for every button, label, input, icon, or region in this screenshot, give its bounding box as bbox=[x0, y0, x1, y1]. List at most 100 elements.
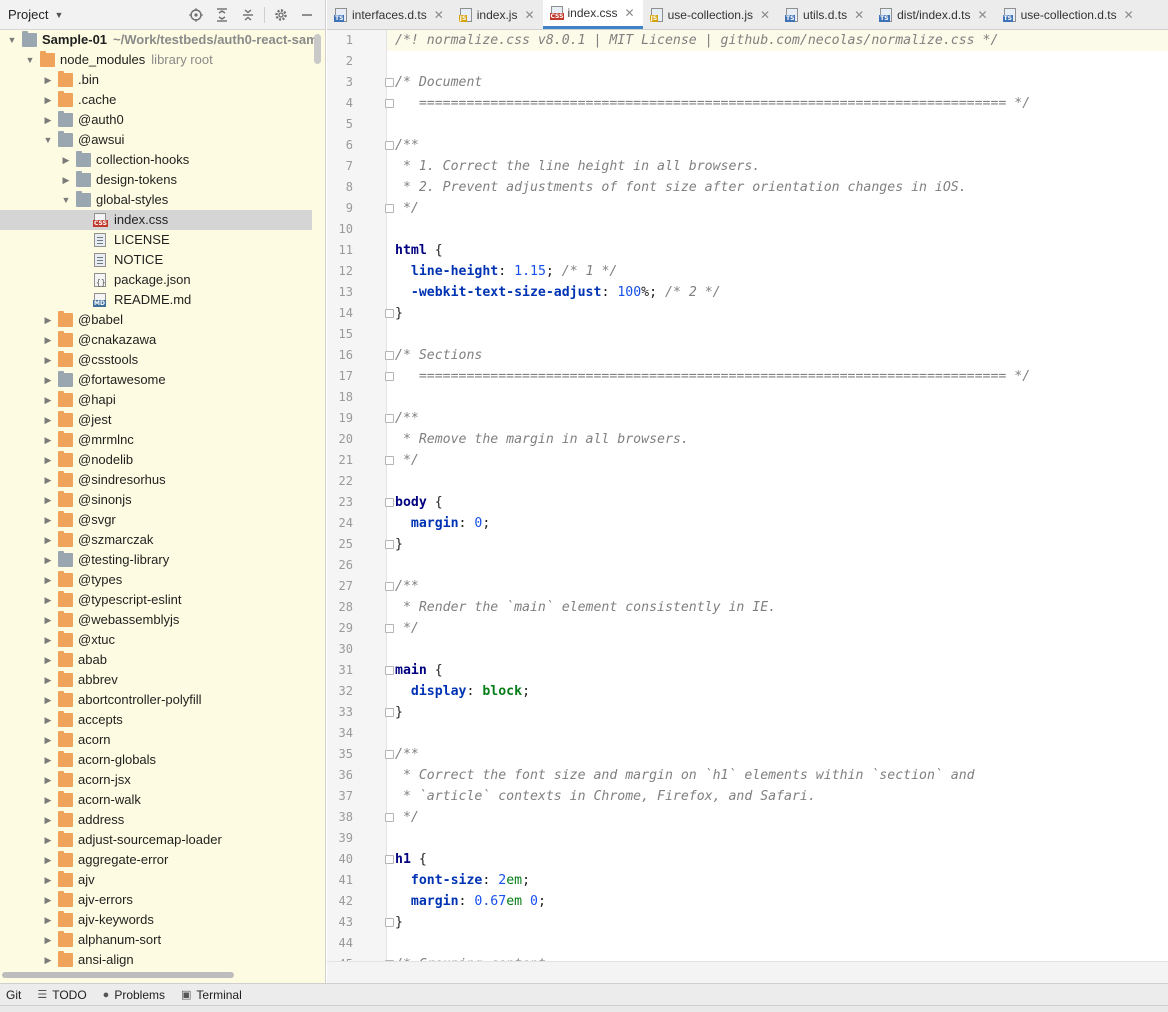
tree-item[interactable]: ▶ adjust-sourcemap-loader bbox=[0, 830, 312, 850]
tree-item[interactable]: MD README.md bbox=[0, 290, 312, 310]
close-icon[interactable]: ✕ bbox=[978, 8, 988, 22]
tree-item[interactable]: ▶ aggregate-error bbox=[0, 850, 312, 870]
fold-marker-icon[interactable] bbox=[385, 372, 394, 381]
fold-marker-icon[interactable] bbox=[385, 750, 394, 759]
tree-item[interactable]: ▶ @babel bbox=[0, 310, 312, 330]
tree-item[interactable]: ▶ ajv bbox=[0, 870, 312, 890]
fold-marker-icon[interactable] bbox=[385, 78, 394, 87]
fold-marker-icon[interactable] bbox=[385, 582, 394, 591]
chevron-right-icon[interactable]: ▶ bbox=[42, 770, 54, 790]
chevron-right-icon[interactable]: ▶ bbox=[42, 890, 54, 910]
chevron-right-icon[interactable]: ▶ bbox=[42, 70, 54, 90]
gear-icon[interactable] bbox=[269, 3, 293, 27]
tree-item[interactable]: ▶ @sindresorhus bbox=[0, 470, 312, 490]
fold-marker-icon[interactable] bbox=[385, 456, 394, 465]
chevron-right-icon[interactable]: ▶ bbox=[42, 470, 54, 490]
tree-item[interactable]: ▶ ajv-errors bbox=[0, 890, 312, 910]
fold-marker-icon[interactable] bbox=[385, 414, 394, 423]
minimize-icon[interactable] bbox=[295, 3, 319, 27]
project-view-selector[interactable]: Project ▼ bbox=[8, 7, 63, 22]
tree-item[interactable]: ▶ @nodelib bbox=[0, 450, 312, 470]
chevron-right-icon[interactable]: ▶ bbox=[42, 90, 54, 110]
editor-tab[interactable]: JS use-collection.js ✕ bbox=[643, 0, 778, 29]
chevron-down-icon[interactable]: ▼ bbox=[42, 130, 54, 150]
editor-tab[interactable]: TS interfaces.d.ts ✕ bbox=[327, 0, 452, 29]
tree-item[interactable]: ▶ @typescript-eslint bbox=[0, 590, 312, 610]
tree-item[interactable]: ▼ @awsui bbox=[0, 130, 312, 150]
tree-item[interactable]: ▶ alphanum-sort bbox=[0, 930, 312, 950]
editor-horizontal-scrollbar[interactable] bbox=[327, 961, 1168, 983]
chevron-right-icon[interactable]: ▶ bbox=[42, 850, 54, 870]
tree-item[interactable]: ▶ design-tokens bbox=[0, 170, 312, 190]
collapse-all-icon[interactable] bbox=[236, 3, 260, 27]
tree-item[interactable]: ▶ abbrev bbox=[0, 670, 312, 690]
chevron-right-icon[interactable]: ▶ bbox=[42, 670, 54, 690]
editor-tab[interactable]: JS index.js ✕ bbox=[452, 0, 543, 29]
tree-vertical-scrollbar[interactable] bbox=[314, 34, 321, 64]
tree-item[interactable]: ▶ @jest bbox=[0, 410, 312, 430]
chevron-right-icon[interactable]: ▶ bbox=[42, 450, 54, 470]
fold-marker-icon[interactable] bbox=[385, 813, 394, 822]
chevron-down-icon[interactable]: ▼ bbox=[6, 30, 18, 50]
tree-item[interactable]: ▶ @svgr bbox=[0, 510, 312, 530]
tree-horizontal-scrollbar[interactable] bbox=[2, 972, 234, 978]
tree-item[interactable]: ▶ acorn-globals bbox=[0, 750, 312, 770]
fold-marker-icon[interactable] bbox=[385, 708, 394, 717]
tree-item[interactable]: ▶ collection-hooks bbox=[0, 150, 312, 170]
locate-icon[interactable] bbox=[184, 3, 208, 27]
chevron-right-icon[interactable]: ▶ bbox=[42, 610, 54, 630]
tree-item[interactable]: package.json bbox=[0, 270, 312, 293]
close-icon[interactable]: ✕ bbox=[434, 8, 444, 22]
close-icon[interactable]: ✕ bbox=[524, 8, 534, 22]
chevron-right-icon[interactable]: ▶ bbox=[42, 930, 54, 950]
chevron-right-icon[interactable]: ▶ bbox=[60, 150, 72, 170]
tool-window-button[interactable]: ● Problems bbox=[97, 984, 175, 1006]
editor-tab[interactable]: TS utils.d.ts ✕ bbox=[778, 0, 872, 29]
tree-item[interactable]: ▶ @hapi bbox=[0, 390, 312, 410]
chevron-right-icon[interactable]: ▶ bbox=[42, 110, 54, 130]
tree-item[interactable]: ▶ @fortawesome bbox=[0, 370, 312, 390]
chevron-right-icon[interactable]: ▶ bbox=[42, 330, 54, 350]
tree-item[interactable]: ▼ node_modules library root bbox=[0, 50, 312, 70]
tree-item[interactable]: ▶ .cache bbox=[0, 90, 312, 110]
fold-marker-icon[interactable] bbox=[385, 666, 394, 675]
chevron-right-icon[interactable]: ▶ bbox=[42, 430, 54, 450]
tool-window-button[interactable]: Git bbox=[0, 984, 31, 1006]
chevron-right-icon[interactable]: ▶ bbox=[42, 530, 54, 550]
tree-item[interactable]: ▶ abab bbox=[0, 650, 312, 670]
chevron-right-icon[interactable]: ▶ bbox=[42, 630, 54, 650]
tree-item[interactable]: ▶ abortcontroller-polyfill bbox=[0, 690, 312, 710]
close-icon[interactable]: ✕ bbox=[760, 8, 770, 22]
fold-marker-icon[interactable] bbox=[385, 540, 394, 549]
tree-item[interactable]: ▶ acorn-walk bbox=[0, 790, 312, 810]
chevron-right-icon[interactable]: ▶ bbox=[42, 490, 54, 510]
chevron-right-icon[interactable]: ▶ bbox=[42, 830, 54, 850]
tree-item[interactable]: ▶ @auth0 bbox=[0, 110, 312, 130]
tree-item[interactable]: CSS index.css bbox=[0, 210, 312, 230]
chevron-right-icon[interactable]: ▶ bbox=[42, 750, 54, 770]
tree-item[interactable]: LICENSE bbox=[0, 230, 312, 250]
fold-marker-icon[interactable] bbox=[385, 204, 394, 213]
chevron-right-icon[interactable]: ▶ bbox=[42, 910, 54, 930]
tree-item[interactable]: ▶ @testing-library bbox=[0, 550, 312, 570]
chevron-down-icon[interactable]: ▼ bbox=[60, 190, 72, 210]
chevron-down-icon[interactable]: ▼ bbox=[24, 50, 36, 70]
chevron-right-icon[interactable]: ▶ bbox=[42, 510, 54, 530]
editor-tab[interactable]: CSS index.css ✕ bbox=[542, 0, 643, 29]
tool-window-button[interactable]: ☰ TODO bbox=[31, 984, 96, 1006]
editor-tab[interactable]: TS use-collection.d.ts ✕ bbox=[996, 0, 1142, 29]
tree-item[interactable]: ▶ acorn bbox=[0, 730, 312, 750]
editor-tab[interactable]: TS dist/index.d.ts ✕ bbox=[872, 0, 995, 29]
tree-item[interactable]: ▶ address bbox=[0, 810, 312, 830]
chevron-right-icon[interactable]: ▶ bbox=[42, 410, 54, 430]
tree-item[interactable]: ▶ accepts bbox=[0, 710, 312, 730]
fold-marker-icon[interactable] bbox=[385, 855, 394, 864]
chevron-right-icon[interactable]: ▶ bbox=[42, 350, 54, 370]
tool-window-button[interactable]: ▣ Terminal bbox=[175, 984, 252, 1006]
chevron-right-icon[interactable]: ▶ bbox=[42, 370, 54, 390]
tree-item[interactable]: NOTICE bbox=[0, 250, 312, 270]
fold-marker-icon[interactable] bbox=[385, 351, 394, 360]
fold-marker-icon[interactable] bbox=[385, 141, 394, 150]
tree-item[interactable]: ▶ @xtuc bbox=[0, 630, 312, 650]
tree-item[interactable]: ▶ ajv-keywords bbox=[0, 910, 312, 930]
